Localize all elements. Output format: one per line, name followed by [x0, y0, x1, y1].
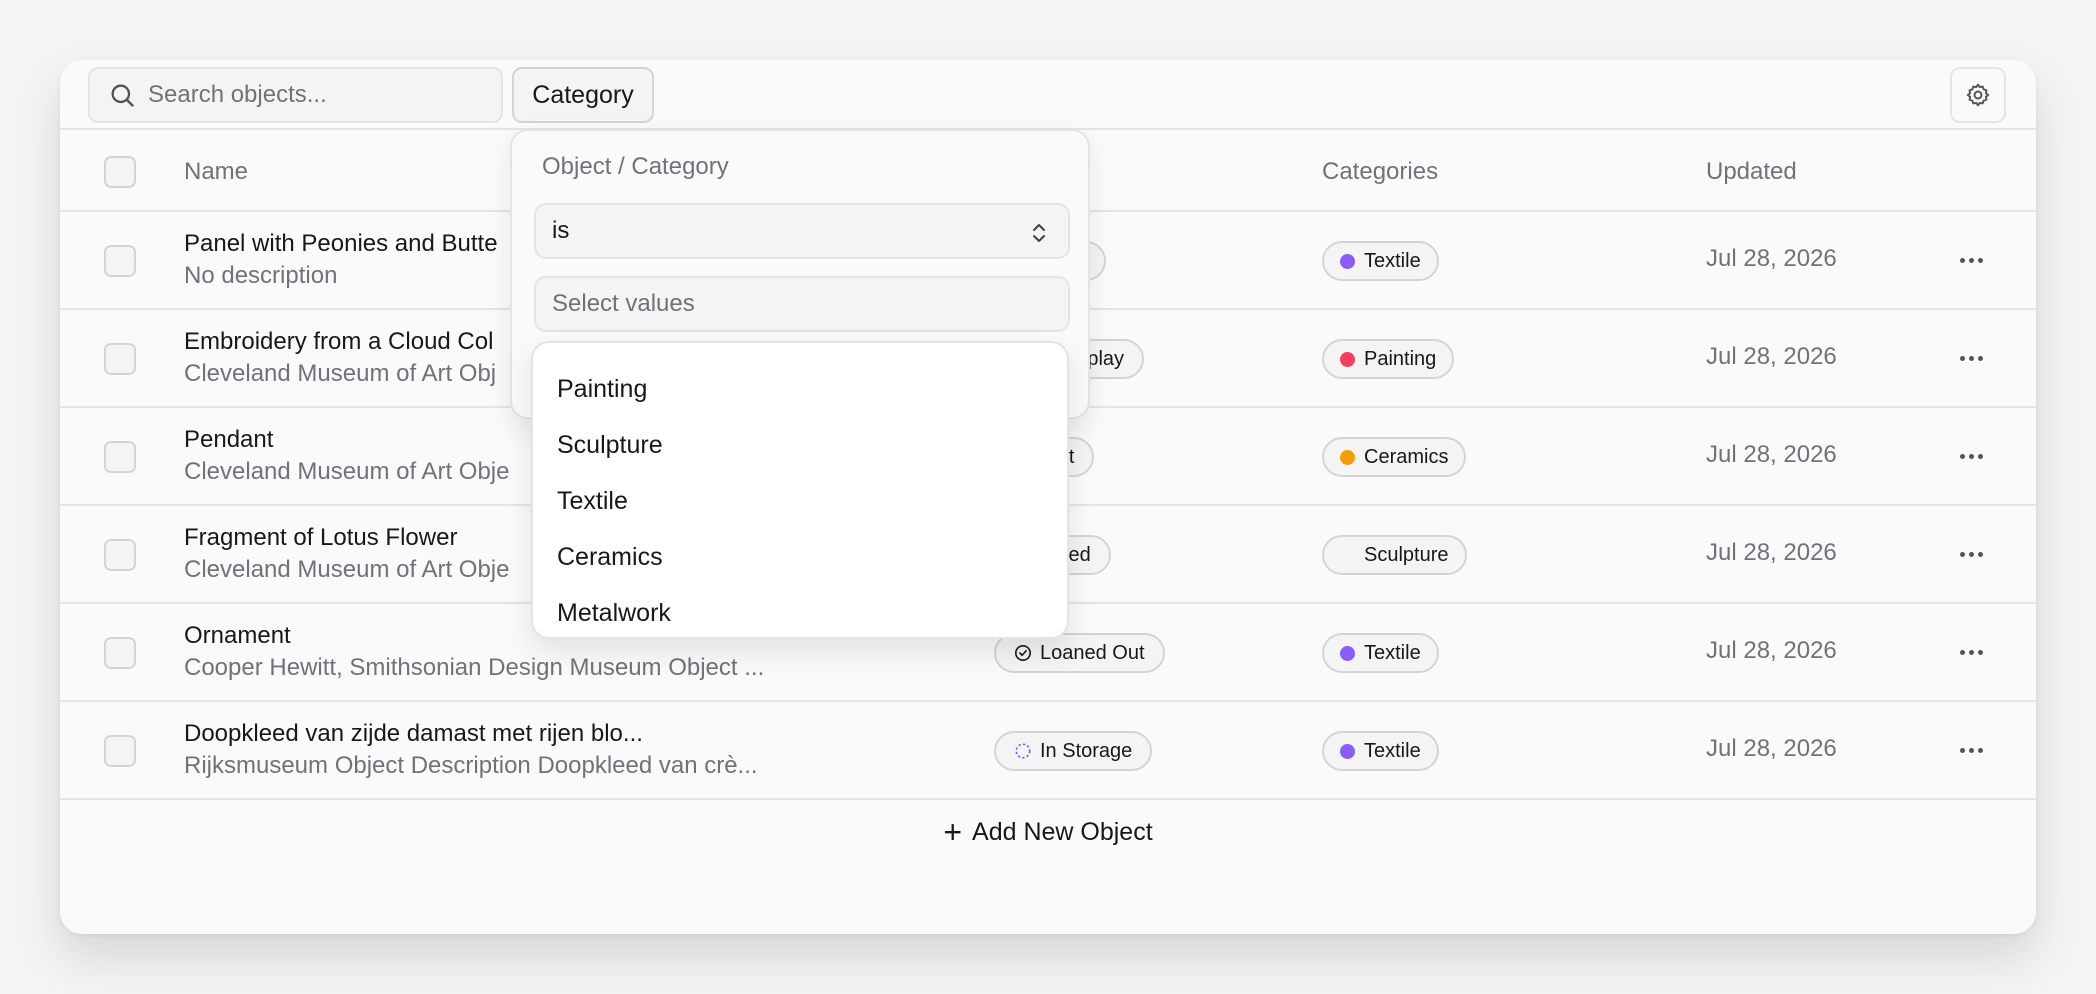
category-color-dot	[1340, 449, 1355, 465]
check-circle-icon	[1014, 644, 1032, 662]
object-name[interactable]: Embroidery from a Cloud Col	[184, 328, 493, 356]
category-label: Textile	[1364, 739, 1421, 762]
more-actions-icon[interactable]	[1960, 346, 1990, 370]
updated-date: Jul 28, 2026	[1706, 539, 1837, 566]
column-header-updated[interactable]: Updated	[1706, 158, 1797, 186]
category-label: Ceramics	[1364, 445, 1449, 468]
category-color-dot	[1340, 351, 1355, 367]
option-ceramics[interactable]: Ceramics	[533, 529, 1067, 585]
search-box[interactable]	[88, 67, 503, 123]
operator-select[interactable]: is	[534, 203, 1070, 259]
category-options-list: Painting Sculpture Textile Ceramics Meta…	[531, 341, 1069, 639]
category-pill: Textile	[1322, 731, 1439, 771]
more-actions-icon[interactable]	[1960, 738, 1990, 762]
category-label: Sculpture	[1364, 543, 1449, 566]
category-pill: Textile	[1322, 633, 1439, 673]
category-pill: Sculpture	[1322, 535, 1467, 575]
settings-button[interactable]	[1950, 67, 2006, 123]
category-filter-button[interactable]: Category	[512, 67, 654, 123]
updated-date: Jul 28, 2026	[1706, 343, 1837, 370]
gear-icon	[1966, 83, 1990, 107]
object-name[interactable]: Panel with Peonies and Butte	[184, 230, 498, 258]
category-pill: Ceramics	[1322, 437, 1467, 477]
category-color-dot	[1340, 645, 1355, 661]
updated-date: Jul 28, 2026	[1706, 735, 1837, 762]
table-row[interactable]: Doopkleed van zijde damast met rijen blo…	[60, 702, 2036, 800]
add-new-object-label: Add New Object	[972, 817, 1153, 846]
object-name[interactable]: Pendant	[184, 426, 273, 454]
search-input[interactable]	[148, 81, 468, 109]
category-label: Textile	[1364, 641, 1421, 664]
more-actions-icon[interactable]	[1960, 640, 1990, 664]
updated-date: Jul 28, 2026	[1706, 441, 1837, 468]
option-textile[interactable]: Textile	[533, 473, 1067, 529]
values-input[interactable]: Select values	[534, 276, 1070, 332]
object-description: Cleveland Museum of Art Obje	[184, 556, 510, 583]
filter-title: Object / Category	[542, 153, 729, 180]
category-label: Textile	[1364, 249, 1421, 272]
more-actions-icon[interactable]	[1960, 248, 1990, 272]
operator-value: is	[552, 217, 570, 244]
search-icon	[111, 84, 134, 107]
option-painting[interactable]: Painting	[533, 361, 1067, 417]
option-metalwork[interactable]: Metalwork	[533, 585, 1067, 641]
row-checkbox[interactable]	[104, 637, 136, 669]
row-checkbox[interactable]	[104, 343, 136, 375]
status-badge: In Storage	[994, 731, 1153, 771]
column-header-name[interactable]: Name	[184, 158, 248, 186]
object-name[interactable]: Doopkleed van zijde damast met rijen blo…	[184, 720, 643, 748]
object-description: Cleveland Museum of Art Obj	[184, 360, 497, 387]
more-actions-icon[interactable]	[1960, 542, 1990, 566]
chevron-updown-icon	[1033, 224, 1045, 242]
category-color-dot	[1340, 253, 1355, 269]
row-checkbox[interactable]	[104, 245, 136, 277]
add-new-object-button[interactable]: + Add New Object	[60, 802, 2036, 862]
row-checkbox[interactable]	[104, 539, 136, 571]
object-description: Cooper Hewitt, Smithsonian Design Museum…	[184, 654, 765, 681]
toolbar: Category	[60, 60, 2036, 130]
category-color-dot	[1340, 743, 1355, 759]
row-checkbox[interactable]	[104, 735, 136, 767]
category-color-dot	[1340, 548, 1355, 563]
category-label: Painting	[1364, 347, 1437, 370]
dashed-circle-icon	[1015, 743, 1031, 759]
category-pill: Textile	[1322, 241, 1439, 281]
column-header-categories[interactable]: Categories	[1322, 158, 1438, 186]
updated-date: Jul 28, 2026	[1706, 245, 1837, 272]
row-checkbox[interactable]	[104, 441, 136, 473]
object-description: Rijksmuseum Object Description Doopkleed…	[184, 752, 758, 779]
object-name[interactable]: Fragment of Lotus Flower	[184, 524, 457, 552]
object-description: Cleveland Museum of Art Obje	[184, 458, 510, 485]
more-actions-icon[interactable]	[1960, 444, 1990, 468]
select-all-checkbox[interactable]	[104, 156, 136, 188]
category-pill: Painting	[1322, 339, 1455, 379]
plus-icon: +	[943, 814, 963, 850]
status-label: Loaned Out	[1040, 641, 1145, 664]
status-label: In Storage	[1040, 739, 1133, 762]
object-name[interactable]: Ornament	[184, 622, 291, 650]
updated-date: Jul 28, 2026	[1706, 637, 1837, 664]
object-description: No description	[184, 262, 338, 289]
option-sculpture[interactable]: Sculpture	[533, 417, 1067, 473]
